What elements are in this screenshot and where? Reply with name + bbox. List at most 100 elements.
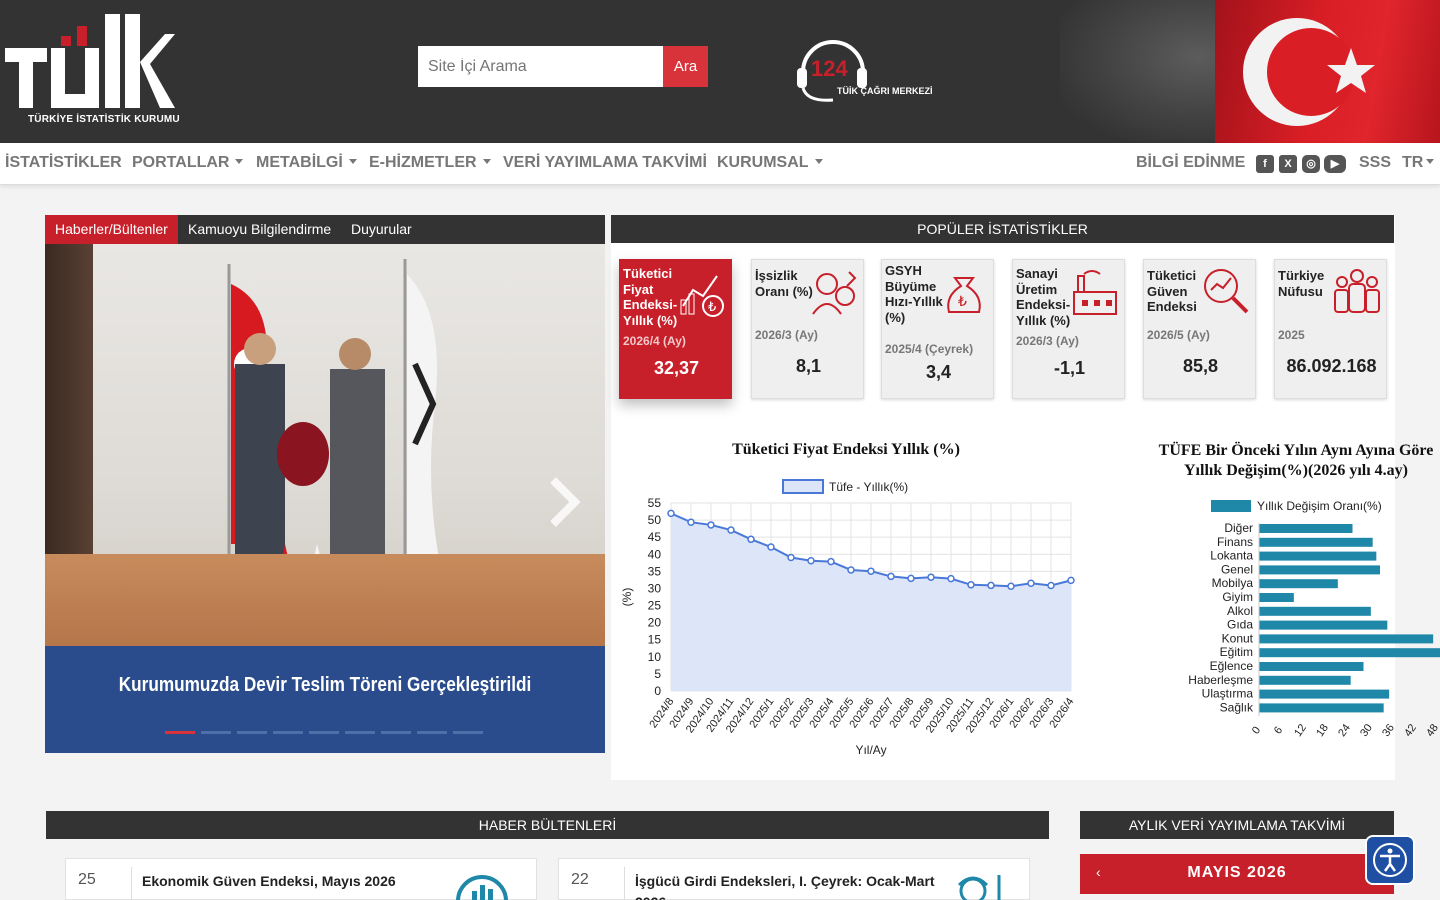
category-label: Finans — [1217, 535, 1253, 549]
slide-indicator[interactable] — [237, 731, 267, 734]
y-tick-label: 50 — [648, 513, 662, 527]
stat-card-value: -1,1 — [1053, 358, 1086, 378]
x-tick-label: 0 — [1250, 725, 1263, 737]
nav-istatistikler[interactable]: İSTATİSTİKLER — [5, 154, 122, 172]
stat-card-value: 85,8 — [1182, 356, 1219, 376]
legend-swatch — [782, 479, 824, 494]
population-icon — [1334, 269, 1380, 313]
nav-sss[interactable]: SSS — [1359, 154, 1391, 172]
slide-indicator[interactable] — [345, 731, 375, 734]
nav-bilgi-edinme[interactable]: BİLGİ EDİNME — [1136, 154, 1245, 172]
tuik-logo[interactable] — [5, 14, 175, 128]
y-tick-label: 15 — [648, 633, 662, 647]
bar — [1259, 675, 1351, 685]
slide-indicator[interactable] — [453, 731, 483, 734]
category-label: Lokanta — [1210, 549, 1253, 563]
slide-indicator[interactable] — [165, 731, 195, 734]
category-label: Ulaştırma — [1202, 687, 1254, 701]
caret-down-icon — [348, 159, 357, 164]
nav-label: METABİLGİ — [256, 154, 343, 171]
language-selector[interactable]: TR — [1402, 154, 1435, 172]
main-navigation: İSTATİSTİKLER PORTALLAR METABİLGİ E-HİZM… — [0, 143, 1440, 185]
slide-indicator[interactable] — [381, 731, 411, 734]
data-point — [807, 557, 815, 565]
facebook-icon[interactable]: f — [1256, 155, 1274, 173]
x-tick-label: 18 — [1314, 722, 1331, 739]
bulletin-card[interactable]: 22 İşgücü Girdi Endeksleri, I. Çeyrek: O… — [558, 858, 1030, 900]
divider — [624, 867, 625, 900]
nav-metabilgi[interactable]: METABİLGİ — [256, 154, 357, 172]
accessibility-icon — [1373, 843, 1407, 877]
data-point — [1047, 581, 1055, 590]
slide-indicators — [165, 731, 485, 735]
bulletin-card[interactable]: 25 Ekonomik Güven Endeksi, Mayıs 2026 — [65, 858, 537, 900]
accessibility-button[interactable] — [1365, 835, 1415, 885]
category-label: Diğer — [1224, 521, 1253, 535]
tab-duyurular[interactable]: Duyurular — [341, 215, 422, 244]
stat-card-period: 2025/4 (Çeyrek) — [885, 342, 974, 356]
data-point — [987, 581, 995, 590]
bulletins-heading: HABER BÜLTENLERİ — [46, 811, 1049, 839]
legend-swatch — [1211, 500, 1251, 512]
x-tick-label: 30 — [1358, 722, 1375, 739]
stat-card[interactable]: GSYH Büyüme Hızı-Yıllık (%) ₺ 2025/4 (Çeyr… — [881, 259, 994, 399]
stat-card-period: 2026/5 (Ay) — [1147, 328, 1210, 342]
magnifier-chart-icon — [1204, 269, 1249, 314]
data-point — [1007, 582, 1015, 590]
slide-indicator[interactable] — [417, 731, 447, 734]
stat-card-value: 86.092.168 — [1286, 356, 1377, 376]
site-search-input[interactable] — [418, 46, 663, 87]
stat-card-title: GSYH Büyüme Hızı-Yıllık (%) — [885, 263, 943, 325]
category-label: Konut — [1222, 631, 1254, 645]
divider — [131, 867, 132, 900]
bulletin-title: Ekonomik Güven Endeksi, Mayıs 2026 — [142, 873, 396, 889]
youtube-icon[interactable]: ▶ — [1324, 155, 1346, 173]
y-tick-label: 5 — [654, 667, 661, 681]
nav-portallar[interactable]: PORTALLAR — [132, 154, 244, 172]
stat-card-period: 2026/3 (Ay) — [1016, 334, 1079, 348]
slide-indicator[interactable] — [201, 731, 231, 734]
category-label: Genel — [1221, 562, 1253, 576]
call-center-link[interactable]: 124 TÜİK ÇAĞRI MERKEZİ — [793, 32, 943, 104]
slide-indicator[interactable] — [309, 731, 339, 734]
nav-veri-yayimlama-takvimi[interactable]: VERİ YAYIMLAMA TAKVİMİ — [503, 154, 707, 172]
nav-label: E-HİZMETLER — [369, 154, 477, 171]
stat-card-period: 2025 — [1278, 328, 1305, 342]
instagram-icon[interactable]: ◎ — [1302, 155, 1320, 173]
chevron-right-icon[interactable] — [545, 472, 585, 532]
tab-haberler-bultenler[interactable]: Haberler/Bültenler — [45, 215, 178, 244]
cpi-line-chart: 05101520253035404550552024/82024/92024/1… — [620, 479, 1076, 757]
stat-card-value: 8,1 — [795, 356, 822, 376]
category-label: Eğitim — [1220, 645, 1253, 659]
stat-card-title: Tüketici Fiyat Endeksi-Yıllık (%) — [623, 266, 678, 328]
data-point — [787, 553, 795, 562]
bar — [1259, 606, 1371, 616]
stat-card[interactable]: Tüketici Güven Endeksi 2026/5 (Ay) 85,8 — [1143, 259, 1256, 399]
news-slide-photo[interactable] — [45, 244, 605, 646]
calendar-heading: AYLIK VERİ YAYIMLAMA TAKVİMİ — [1080, 811, 1394, 839]
calendar-month: MAYIS 2026 — [1187, 864, 1287, 881]
news-tabs: Haberler/Bültenler Kamuoyu Bilgilendirme… — [45, 215, 605, 244]
nav-kurumsal[interactable]: KURUMSAL — [717, 154, 823, 172]
svg-text:₺: ₺ — [708, 299, 716, 314]
slide-indicator[interactable] — [273, 731, 303, 734]
stat-card[interactable]: İşsizlik Oranı (%) 2026/3 (Ay) 8,1 — [751, 259, 864, 399]
bar — [1259, 551, 1377, 561]
stat-card[interactable]: Türkiye Nüfusu 2025 86.092.168 — [1274, 259, 1387, 399]
data-point — [667, 509, 675, 518]
x-tick-label: 42 — [1402, 722, 1419, 739]
y-tick-label: 45 — [648, 530, 662, 544]
data-point — [687, 518, 695, 526]
search-button[interactable]: Ara — [663, 46, 708, 87]
data-point — [1027, 579, 1035, 587]
tab-kamuoyu-bilgilendirme[interactable]: Kamuoyu Bilgilendirme — [178, 215, 341, 244]
x-tick-label: 36 — [1380, 722, 1397, 739]
stat-card[interactable]: Tüketici Fiyat Endeksi-Yıllık (%) ₺ 2026/4… — [619, 259, 732, 399]
bar — [1259, 537, 1373, 547]
nav-e-hizmetler[interactable]: E-HİZMETLER — [369, 154, 491, 172]
slide-caption[interactable]: Kurumumuzda Devir Teslim Töreni Gerçekle… — [45, 646, 605, 753]
x-icon[interactable]: X — [1279, 155, 1297, 173]
caret-down-icon — [482, 159, 491, 164]
stat-card[interactable]: Sanayi Üretim Endeksi-Yıllık (%) 2026/3 (… — [1012, 259, 1125, 399]
stat-card-title: Tüketici Güven Endeksi — [1147, 268, 1197, 314]
